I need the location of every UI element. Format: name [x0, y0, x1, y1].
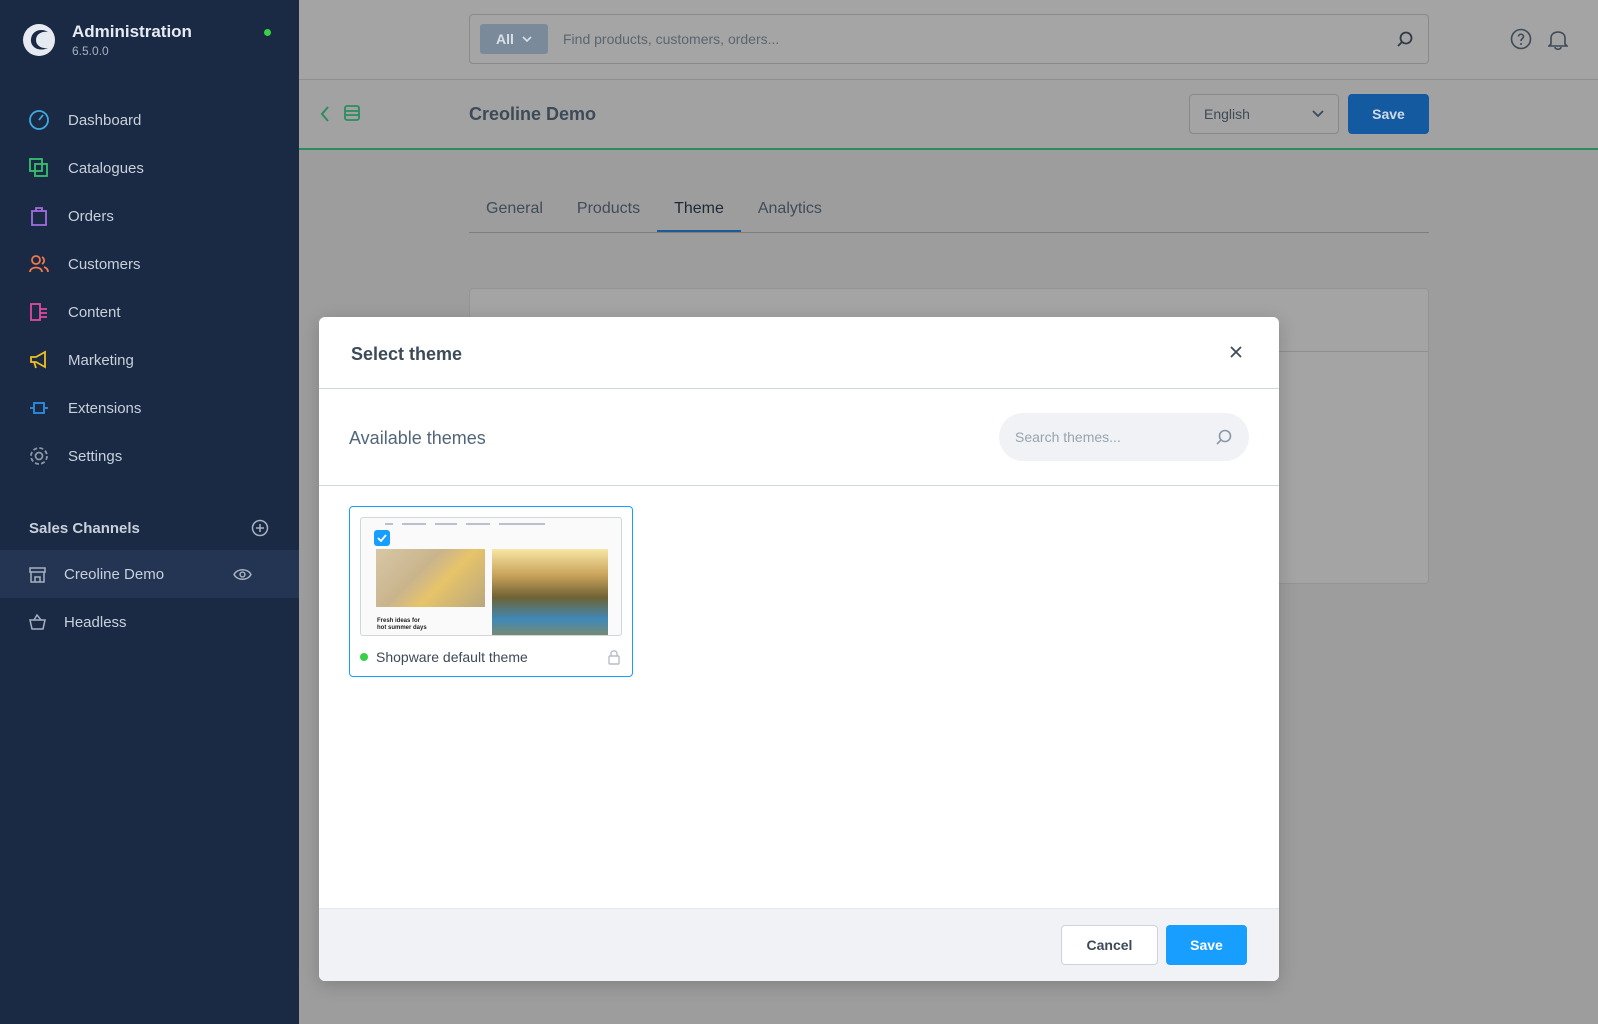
- language-label: English: [1204, 106, 1250, 122]
- app-version: 6.5.0.0: [72, 44, 109, 58]
- customers-icon: [29, 255, 49, 273]
- status-dot: [264, 29, 271, 36]
- sidebar: Administration 6.5.0.0 Dashboard Catalog…: [0, 0, 299, 1024]
- preview-photo: [376, 549, 485, 607]
- topbar: All: [299, 0, 1598, 80]
- language-select[interactable]: English: [1189, 94, 1339, 134]
- theme-card[interactable]: Fresh ideas for hot summer days Shopware…: [349, 506, 633, 677]
- marketing-icon: [30, 350, 46, 369]
- tab-analytics[interactable]: Analytics: [741, 188, 839, 232]
- save-button[interactable]: Save: [1166, 925, 1247, 965]
- check-icon: [377, 534, 387, 542]
- chevron-down-icon: [522, 36, 532, 42]
- sales-channel-list-icon: [344, 105, 360, 121]
- bell-icon[interactable]: [1548, 28, 1568, 50]
- tab-theme[interactable]: Theme: [657, 188, 741, 232]
- sidebar-item-orders[interactable]: Orders: [0, 192, 299, 240]
- eye-icon[interactable]: [233, 565, 252, 584]
- shopware-logo-icon: [23, 24, 55, 56]
- sidebar-item-label: Catalogues: [68, 159, 144, 177]
- lock-icon: [608, 650, 620, 665]
- search-input[interactable]: [563, 31, 1363, 47]
- brand: Administration 6.5.0.0: [22, 22, 192, 58]
- tab-bar: General Products Theme Analytics: [469, 188, 1429, 233]
- available-themes-title: Available themes: [349, 428, 486, 448]
- orders-icon: [31, 207, 47, 226]
- help-icon[interactable]: [1510, 28, 1532, 50]
- active-status-dot: [360, 653, 368, 661]
- page-header: Creoline Demo English Save: [299, 80, 1598, 150]
- theme-preview-image: Fresh ideas for hot summer days: [360, 517, 622, 636]
- search-icon[interactable]: [1215, 428, 1233, 446]
- select-theme-modal: Select theme Available themes Fresh idea…: [319, 317, 1279, 981]
- theme-name: Shopware default theme: [360, 649, 528, 665]
- sidebar-item-label: Content: [68, 303, 121, 321]
- preview-nav: [385, 523, 545, 525]
- sidebar-item-extensions[interactable]: Extensions: [0, 384, 299, 432]
- sidebar-item-settings[interactable]: Settings: [0, 432, 299, 480]
- main-nav: Dashboard Catalogues Orders Customers Co…: [0, 96, 299, 480]
- modal-toolbar: Available themes: [319, 389, 1279, 486]
- header-save-button[interactable]: Save: [1348, 94, 1429, 134]
- sidebar-item-customers[interactable]: Customers: [0, 240, 299, 288]
- page-title: Creoline Demo: [469, 104, 597, 124]
- chevron-left-icon[interactable]: [319, 104, 331, 124]
- sidebar-item-label: Dashboard: [68, 111, 142, 129]
- sidebar-item-dashboard[interactable]: Dashboard: [0, 96, 299, 144]
- sales-channel-label: Creoline Demo: [64, 565, 165, 583]
- theme-search-input[interactable]: [1015, 429, 1205, 445]
- sidebar-item-label: Marketing: [68, 351, 134, 369]
- sidebar-item-content[interactable]: Content: [0, 288, 299, 336]
- basket-icon: [29, 613, 46, 630]
- preview-photo: [492, 549, 608, 635]
- search-icon[interactable]: [1396, 30, 1414, 48]
- search-type-select[interactable]: All: [480, 24, 548, 54]
- preview-caption: Fresh ideas for hot summer days: [377, 618, 427, 631]
- sales-channels-header: Sales Channels: [29, 519, 269, 537]
- close-icon[interactable]: [1229, 345, 1243, 359]
- sidebar-item-catalogues[interactable]: Catalogues: [0, 144, 299, 192]
- theme-name-label: Shopware default theme: [376, 649, 528, 665]
- settings-icon: [30, 447, 48, 465]
- sidebar-item-label: Extensions: [68, 399, 142, 417]
- theme-selected-checkbox[interactable]: [374, 530, 390, 546]
- sidebar-item-marketing[interactable]: Marketing: [0, 336, 299, 384]
- sidebar-item-label: Orders: [68, 207, 114, 225]
- sales-channel-label: Headless: [64, 613, 127, 631]
- theme-search: [999, 413, 1249, 461]
- search-type-label: All: [496, 31, 514, 47]
- tab-products[interactable]: Products: [560, 188, 657, 232]
- sales-channel-item-creoline-demo[interactable]: Creoline Demo: [0, 550, 299, 598]
- cancel-button[interactable]: Cancel: [1061, 925, 1158, 965]
- sales-channels-title: Sales Channels: [29, 519, 140, 537]
- tab-general[interactable]: General: [469, 188, 560, 232]
- sales-channel-item-headless[interactable]: Headless: [0, 598, 299, 646]
- catalogues-icon: [29, 158, 48, 177]
- chevron-down-icon: [1312, 110, 1324, 118]
- global-search: All: [469, 14, 1429, 64]
- content-icon: [30, 303, 47, 321]
- modal-title: Select theme: [351, 344, 463, 364]
- modal-header: Select theme: [319, 317, 1279, 389]
- dashboard-icon: [29, 110, 49, 130]
- extensions-icon: [30, 402, 48, 414]
- app-title: Administration: [72, 22, 192, 41]
- sidebar-item-label: Customers: [68, 255, 141, 273]
- add-sales-channel-icon[interactable]: [251, 519, 269, 537]
- modal-footer: Cancel Save: [319, 908, 1279, 981]
- sidebar-item-label: Settings: [68, 447, 123, 465]
- storefront-icon: [29, 566, 46, 583]
